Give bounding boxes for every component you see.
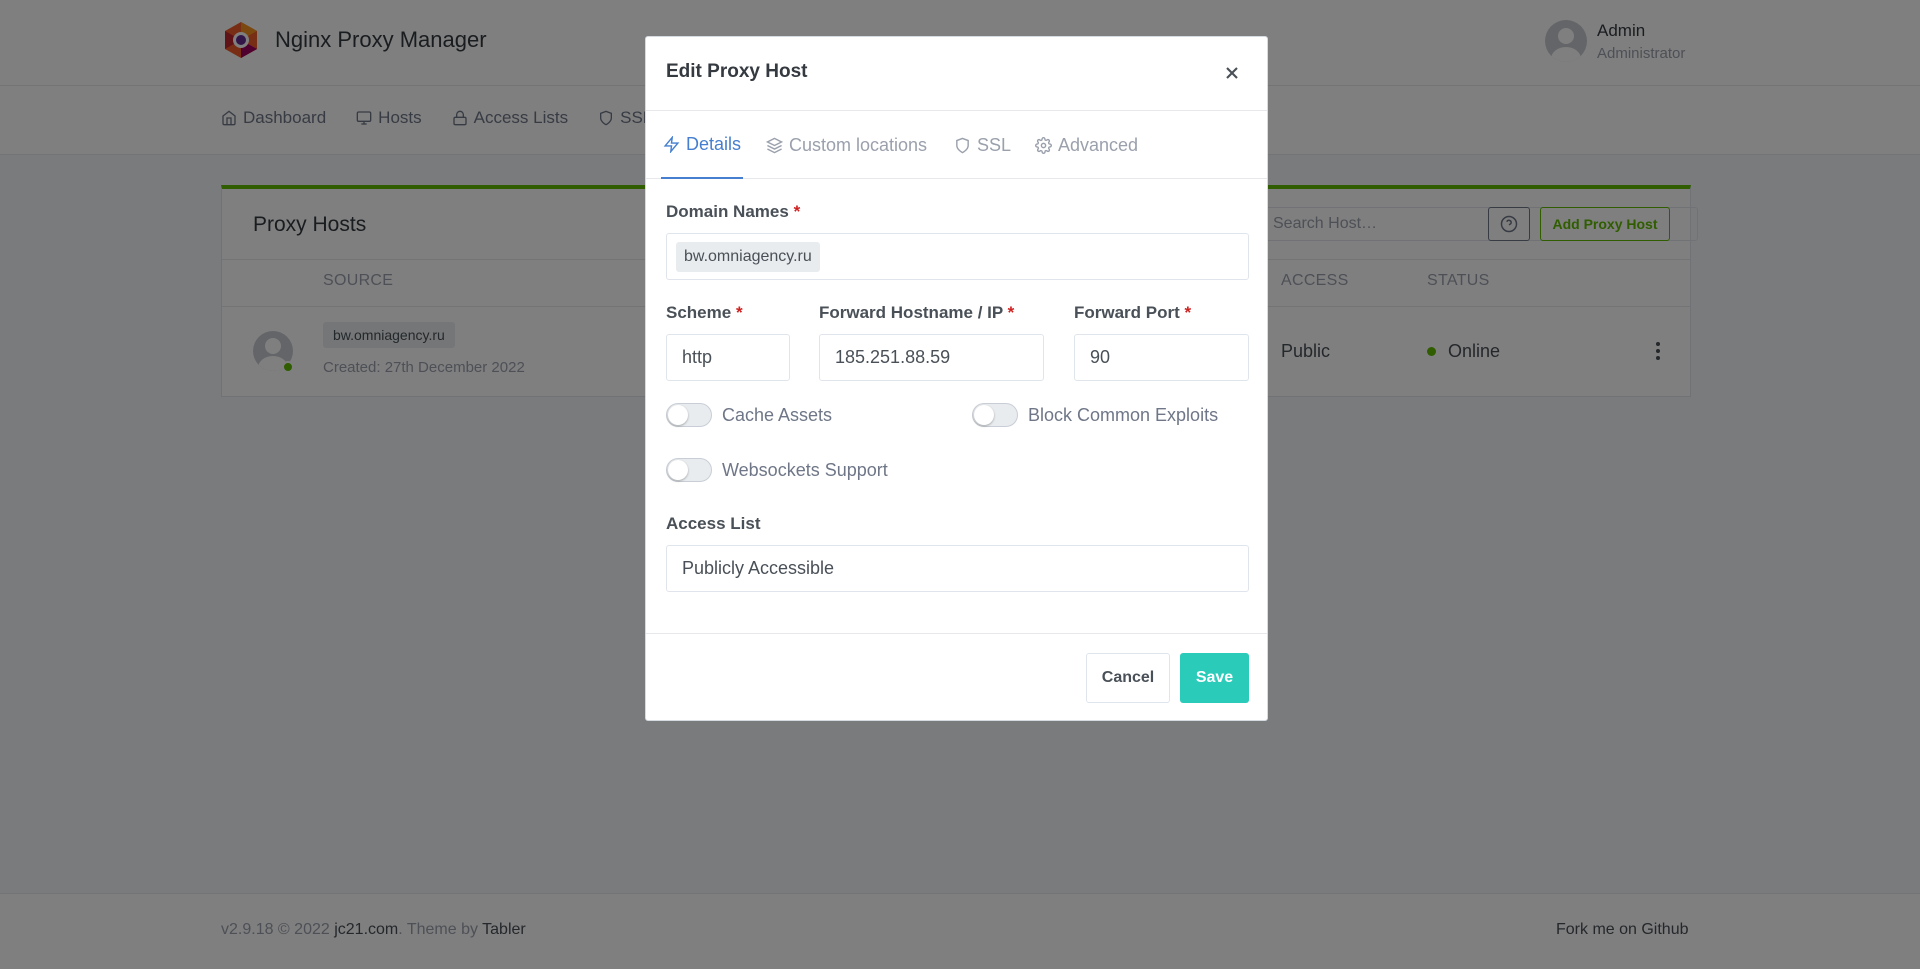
required-mark: * [1184,303,1192,322]
access-list-select[interactable]: Publicly Accessible [666,545,1249,592]
cache-assets-toggle[interactable]: Cache Assets [666,403,832,427]
settings-icon [1035,136,1052,154]
access-list-label: Access List [666,514,761,533]
websockets-toggle[interactable]: Websockets Support [666,458,888,482]
scheme-label: Scheme * [666,303,743,322]
domain-names-input[interactable]: bw.omniagency.ru [666,233,1249,280]
forward-hostname-input[interactable]: 185.251.88.59 [819,334,1044,381]
domain-chip[interactable]: bw.omniagency.ru [676,241,820,272]
layers-icon [766,137,783,153]
forward-hostname-label: Forward Hostname / IP * [819,303,1015,322]
divider [646,633,1267,634]
required-mark: * [735,303,743,322]
toggle-label: Block Common Exploits [1028,404,1219,425]
tab-custom-locations[interactable]: Custom locations [766,111,927,179]
block-exploits-toggle[interactable]: Block Common Exploits [972,403,1218,427]
modal-title: Edit Proxy Host [666,61,808,82]
close-icon[interactable] [1222,63,1242,83]
toggle-label: Websockets Support [722,459,888,480]
tab-label: Custom locations [789,134,928,155]
modal-tabs: Details Custom locations SSL Advanced [646,111,1267,179]
tab-ssl[interactable]: SSL [954,111,1011,179]
save-button[interactable]: Save [1180,653,1249,703]
required-mark: * [793,202,801,221]
toggle-label: Cache Assets [722,404,833,425]
tab-details[interactable]: Details [661,111,744,179]
shield-icon [956,137,969,153]
forward-port-label: Forward Port * [1074,303,1192,322]
cancel-button[interactable]: Cancel [1086,653,1170,703]
required-mark: * [1007,303,1015,322]
toggle-switch[interactable] [972,403,1018,427]
tab-label: Details [686,133,742,154]
domain-names-label: Domain Names * [666,202,801,221]
toggle-switch[interactable] [666,458,712,482]
tab-label: SSL [977,134,1012,155]
toggle-switch[interactable] [666,403,712,427]
tab-label: Advanced [1058,134,1139,155]
modal-header: Edit Proxy Host [646,37,1267,111]
zap-icon [663,135,680,153]
forward-port-input[interactable]: 90 [1074,334,1249,381]
tab-advanced[interactable]: Advanced [1035,111,1138,179]
edit-proxy-host-modal: Edit Proxy Host Details Custom locations… [645,36,1268,721]
scheme-input[interactable]: http [666,334,790,381]
